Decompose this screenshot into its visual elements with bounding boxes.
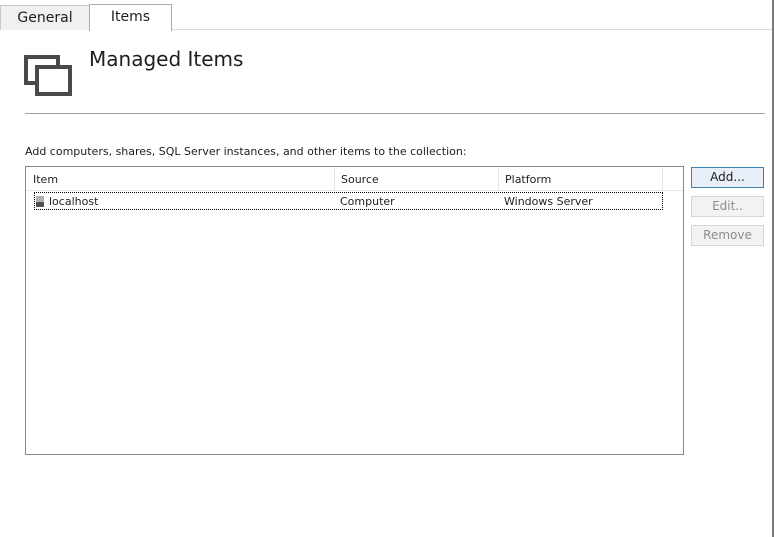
items-list-view[interactable]: Item Source Platform localhost Computer …	[25, 166, 684, 455]
instructions-label: Add computers, shares, SQL Server instan…	[25, 145, 467, 158]
column-header-item[interactable]: Item	[26, 167, 335, 190]
cell-source: Computer	[340, 195, 395, 208]
header-divider	[25, 113, 765, 114]
cell-item: localhost	[49, 195, 99, 208]
list-header: Item Source Platform	[26, 167, 683, 191]
tab-general[interactable]: General	[0, 5, 90, 30]
items-tab-page: General Items Managed Items Add computer…	[0, 0, 774, 537]
tab-items[interactable]: Items	[89, 4, 172, 31]
column-header-source[interactable]: Source	[334, 167, 499, 190]
edit-button[interactable]: Edit..	[691, 196, 764, 217]
remove-button[interactable]: Remove	[691, 225, 764, 246]
managed-items-icon	[24, 55, 72, 96]
column-header-platform[interactable]: Platform	[498, 167, 663, 190]
add-button[interactable]: Add...	[691, 167, 764, 188]
cell-platform: Windows Server	[504, 195, 593, 208]
page-title: Managed Items	[89, 47, 244, 71]
tab-strip: General Items	[0, 0, 774, 31]
list-row-localhost[interactable]: localhost Computer Windows Server	[34, 192, 663, 210]
computer-icon	[36, 196, 44, 207]
